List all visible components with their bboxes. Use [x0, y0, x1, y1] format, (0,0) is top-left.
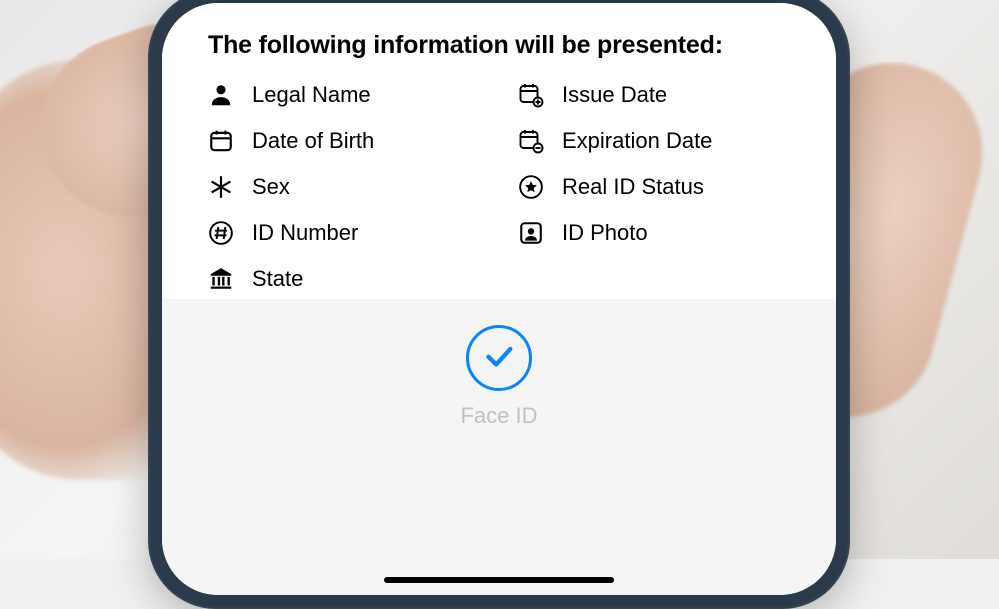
fields-col-right: Issue Date Expiration Date Real ID Statu…	[518, 82, 790, 292]
hash-circle-icon	[208, 220, 234, 246]
institution-icon	[208, 266, 234, 292]
phone-frame: The following information will be presen…	[148, 0, 850, 609]
calendar-icon	[208, 128, 234, 154]
field-date-of-birth: Date of Birth	[208, 128, 480, 154]
field-label: Real ID Status	[562, 174, 704, 200]
phone-screen: The following information will be presen…	[162, 3, 836, 595]
field-real-id-status: Real ID Status	[518, 174, 790, 200]
field-label: Legal Name	[252, 82, 371, 108]
field-issue-date: Issue Date	[518, 82, 790, 108]
field-label: ID Number	[252, 220, 358, 246]
field-label: Date of Birth	[252, 128, 374, 154]
asterisk-icon	[208, 174, 234, 200]
star-circle-icon	[518, 174, 544, 200]
field-id-photo: ID Photo	[518, 220, 790, 246]
card-title: The following information will be presen…	[208, 31, 790, 60]
field-label: Expiration Date	[562, 128, 712, 154]
faceid-label: Face ID	[460, 403, 537, 429]
fields-columns: Legal Name Date of Birth Sex	[208, 82, 790, 292]
faceid-confirm-button[interactable]	[466, 325, 532, 391]
checkmark-icon	[482, 339, 516, 378]
field-legal-name: Legal Name	[208, 82, 480, 108]
footer-area: Face ID	[162, 299, 836, 595]
person-icon	[208, 82, 234, 108]
field-expiration-date: Expiration Date	[518, 128, 790, 154]
field-label: Issue Date	[562, 82, 667, 108]
field-sex: Sex	[208, 174, 480, 200]
home-indicator[interactable]	[384, 577, 614, 583]
field-id-number: ID Number	[208, 220, 480, 246]
calendar-plus-icon	[518, 82, 544, 108]
photo-id-icon	[518, 220, 544, 246]
calendar-minus-icon	[518, 128, 544, 154]
field-state: State	[208, 266, 480, 292]
info-card: The following information will be presen…	[162, 3, 836, 292]
field-label: State	[252, 266, 303, 292]
fields-col-left: Legal Name Date of Birth Sex	[208, 82, 480, 292]
field-label: ID Photo	[562, 220, 648, 246]
field-label: Sex	[252, 174, 290, 200]
